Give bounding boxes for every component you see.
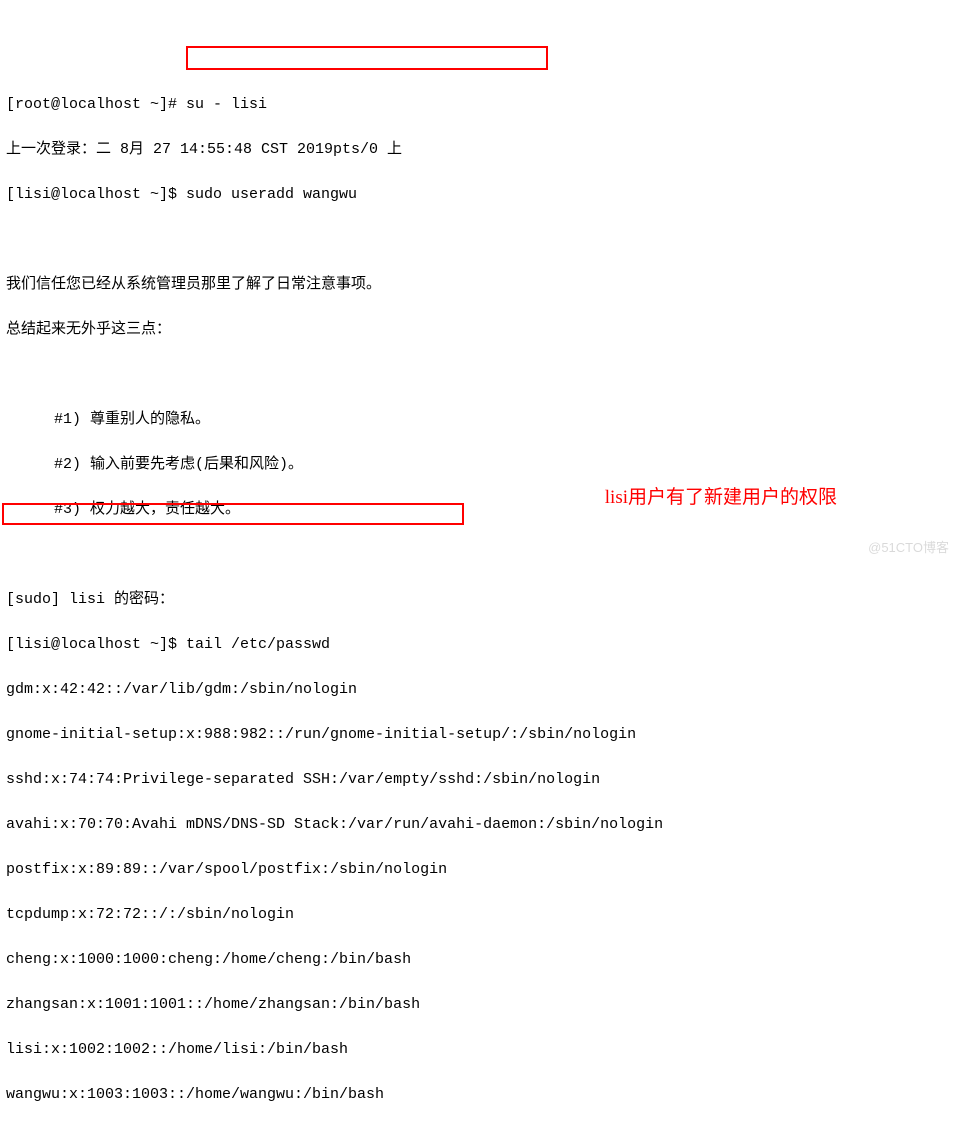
terminal-output: lisi:x:1002:1002::/home/lisi:/bin/bash bbox=[6, 1039, 951, 1062]
terminal-output: postfix:x:89:89::/var/spool/postfix:/sbi… bbox=[6, 859, 951, 882]
terminal-blank bbox=[6, 544, 951, 567]
terminal-line: 总结起来无外乎这三点： bbox=[6, 319, 951, 342]
terminal-output: gnome-initial-setup:x:988:982::/run/gnom… bbox=[6, 724, 951, 747]
annotation-text: lisi用户有了新建用户的权限 bbox=[605, 484, 837, 513]
terminal-output: avahi:x:70:70:Avahi mDNS/DNS-SD Stack:/v… bbox=[6, 814, 951, 837]
terminal-line: #2) 输入前要先考虑(后果和风险)。 bbox=[6, 454, 951, 477]
terminal-blank bbox=[6, 229, 951, 252]
terminal-output: cheng:x:1000:1000:cheng:/home/cheng:/bin… bbox=[6, 949, 951, 972]
terminal-output: wangwu:x:1003:1003::/home/wangwu:/bin/ba… bbox=[6, 1084, 951, 1107]
terminal-line: 上一次登录：二 8月 27 14:55:48 CST 2019pts/0 上 bbox=[6, 139, 951, 162]
terminal-output: sshd:x:74:74:Privilege-separated SSH:/va… bbox=[6, 769, 951, 792]
terminal-line: #1) 尊重别人的隐私。 bbox=[6, 409, 951, 432]
terminal-prompt-line: [lisi@localhost ~]$ tail /etc/passwd bbox=[6, 634, 951, 657]
terminal-line: [sudo] lisi 的密码： bbox=[6, 589, 951, 612]
terminal-output: zhangsan:x:1001:1001::/home/zhangsan:/bi… bbox=[6, 994, 951, 1017]
highlight-box-command bbox=[186, 46, 548, 70]
watermark-text: @51CTO博客 bbox=[868, 538, 949, 558]
terminal-line: 我们信任您已经从系统管理员那里了解了日常注意事项。 bbox=[6, 274, 951, 297]
terminal-output: gdm:x:42:42::/var/lib/gdm:/sbin/nologin bbox=[6, 679, 951, 702]
terminal-line: [root@localhost ~]# su - lisi bbox=[6, 94, 951, 117]
terminal-output: tcpdump:x:72:72::/:/sbin/nologin bbox=[6, 904, 951, 927]
terminal-blank bbox=[6, 364, 951, 387]
terminal-prompt-line: [lisi@localhost ~]$ sudo useradd wangwu bbox=[6, 184, 951, 207]
